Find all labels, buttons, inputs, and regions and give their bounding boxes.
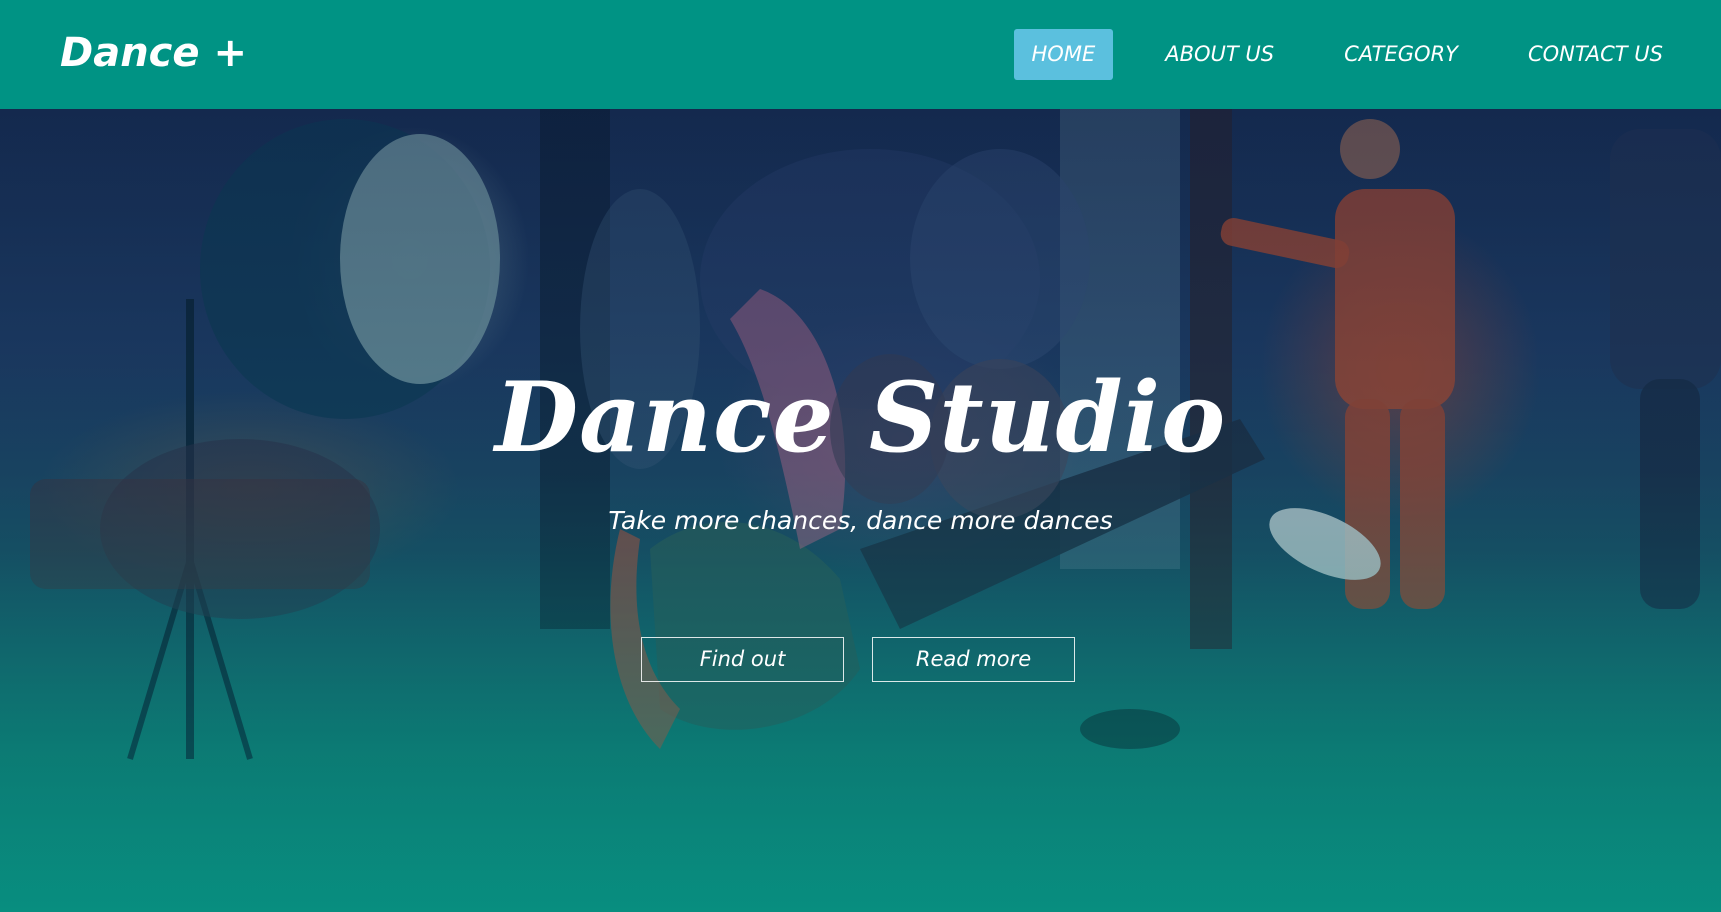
hero-subtitle: Take more chances, dance more dances xyxy=(608,506,1113,535)
nav-item-contact-us[interactable]: CONTACT US xyxy=(1510,29,1681,80)
site-logo[interactable]: Dance + xyxy=(60,26,247,80)
page: Dance + HOME ABOUT US CATEGORY CONTACT U… xyxy=(0,0,1721,912)
hero-title: Dance Studio xyxy=(494,361,1227,474)
nav-item-category[interactable]: CATEGORY xyxy=(1326,29,1476,80)
read-more-button[interactable]: Read more xyxy=(872,637,1075,682)
hero-button-group: Find out Read more xyxy=(641,637,1075,682)
site-header: Dance + HOME ABOUT US CATEGORY CONTACT U… xyxy=(0,0,1721,109)
hero-section: Dance Studio Take more chances, dance mo… xyxy=(0,109,1721,912)
main-nav: HOME ABOUT US CATEGORY CONTACT US xyxy=(1013,29,1681,80)
nav-item-home[interactable]: HOME xyxy=(1013,29,1114,80)
find-out-button[interactable]: Find out xyxy=(641,637,844,682)
hero-content: Dance Studio Take more chances, dance mo… xyxy=(0,109,1721,912)
nav-item-about-us[interactable]: ABOUT US xyxy=(1147,29,1292,80)
